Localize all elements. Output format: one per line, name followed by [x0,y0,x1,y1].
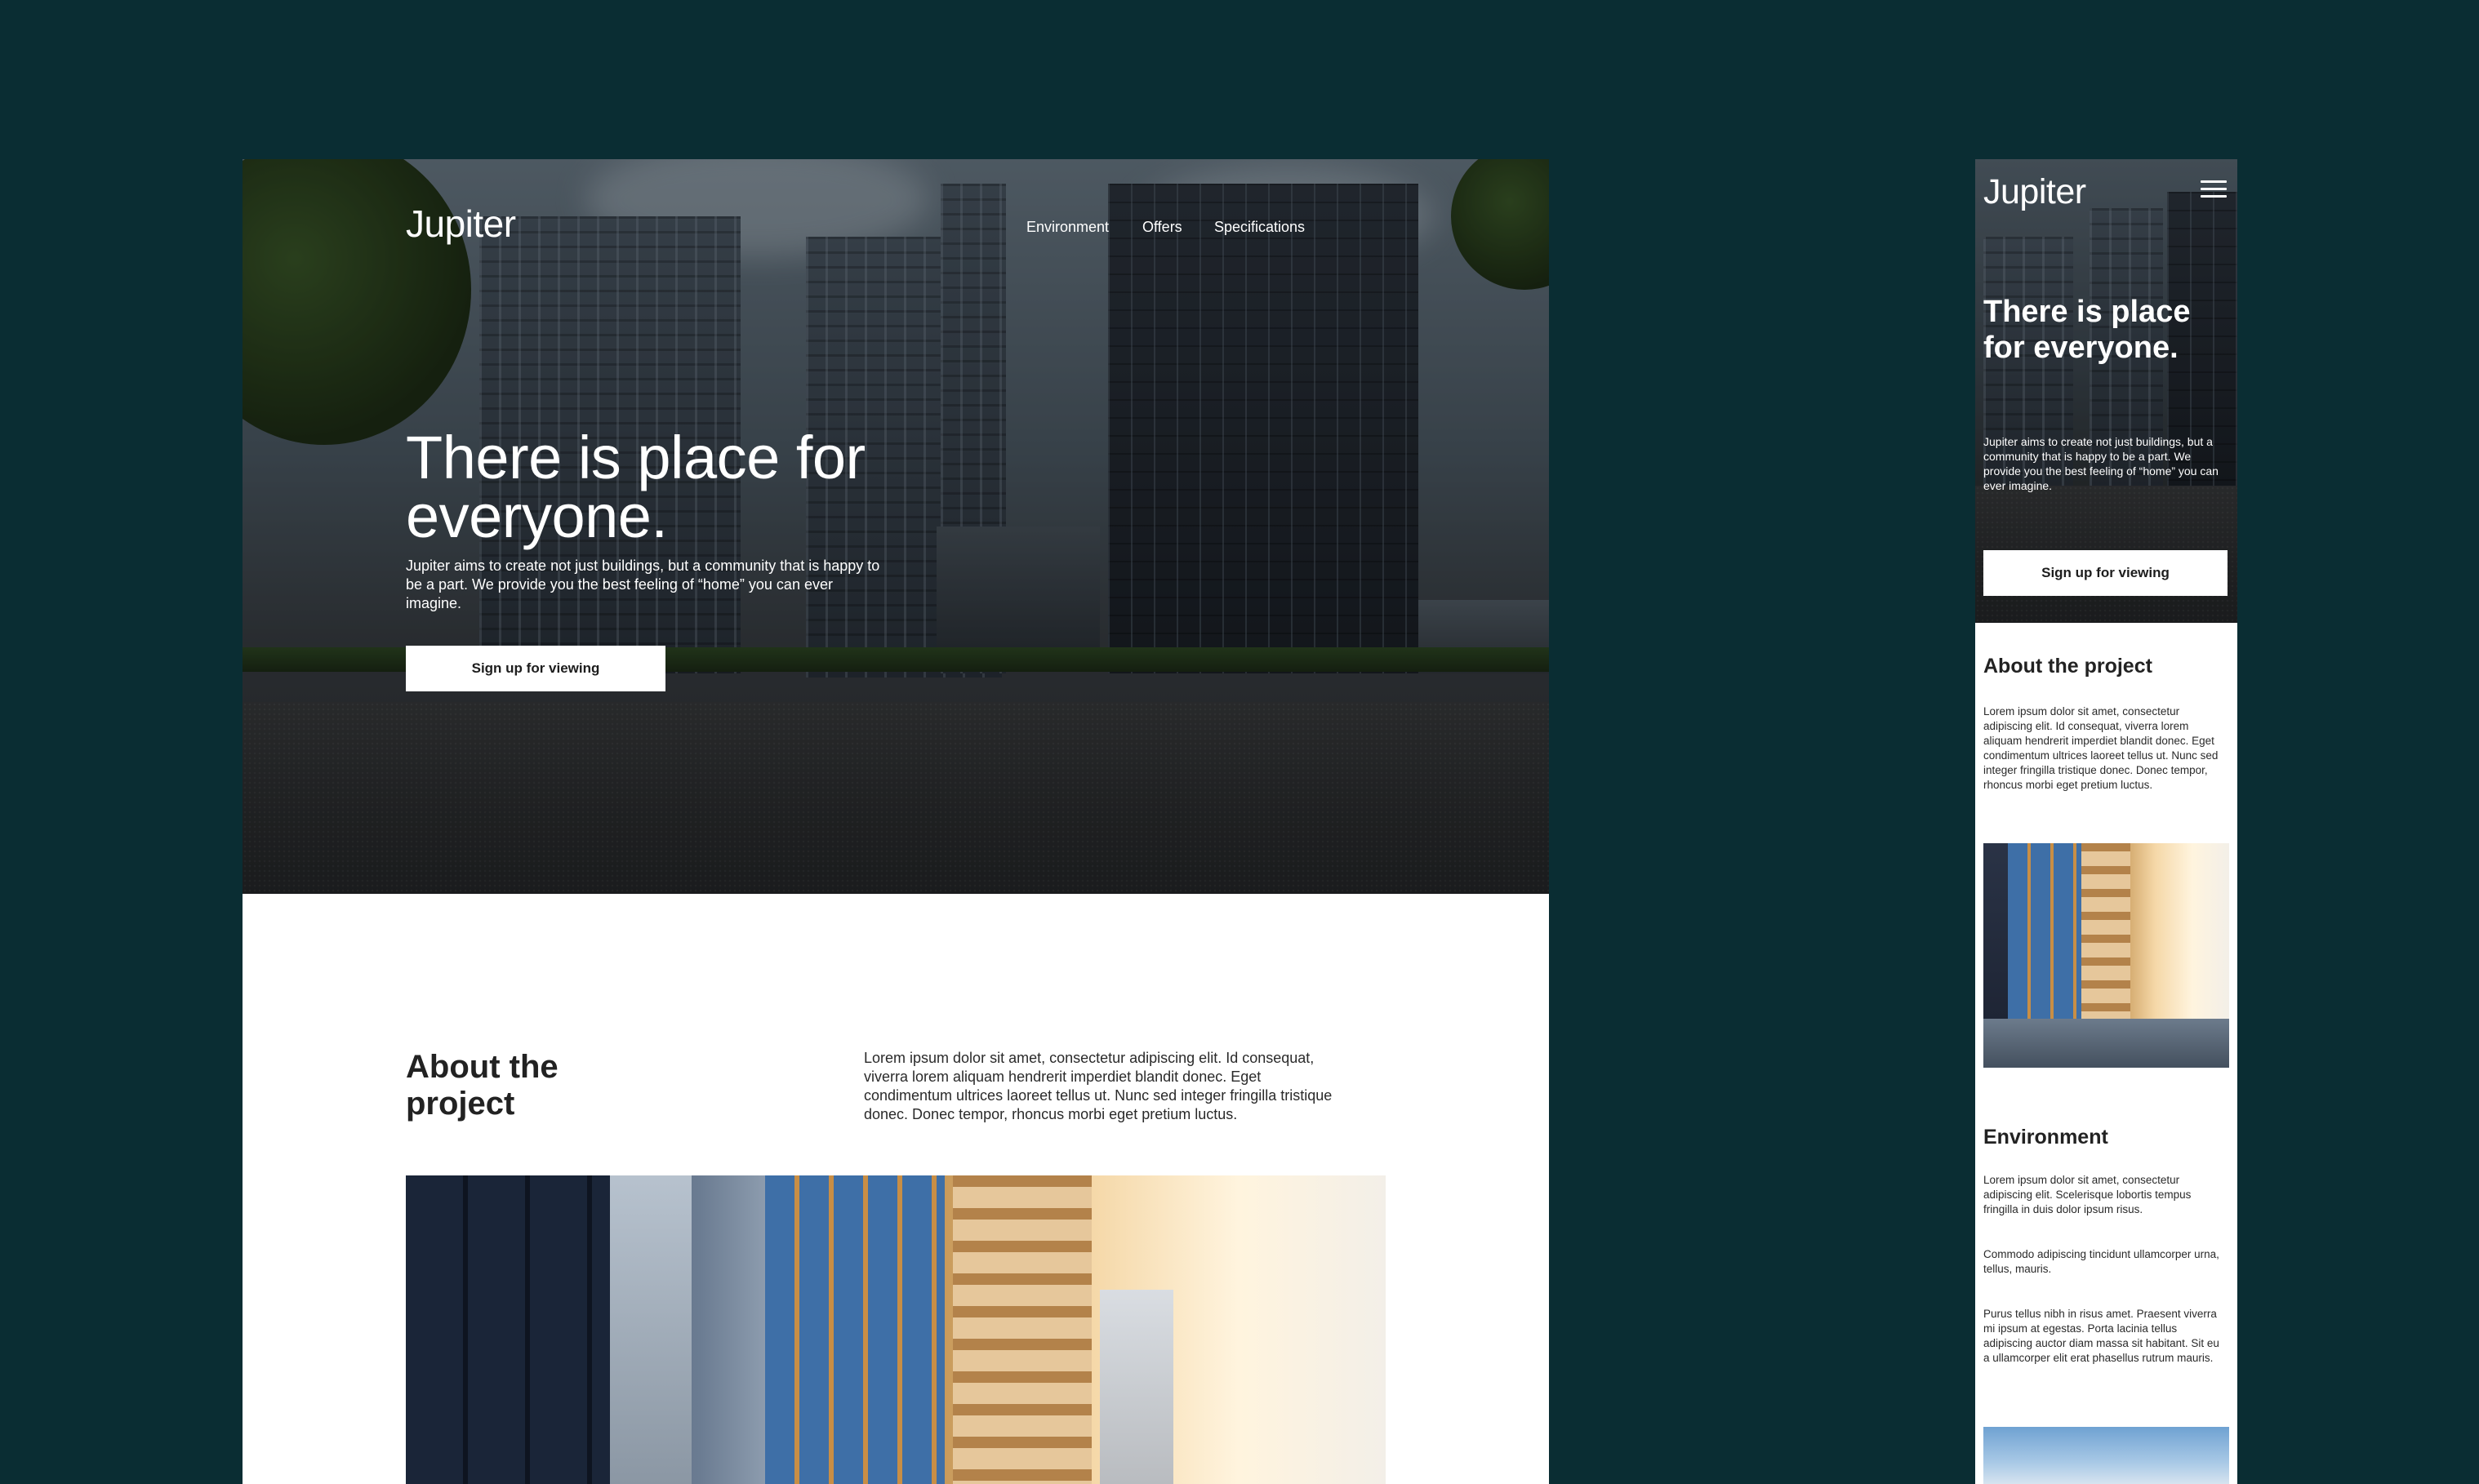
desktop-frame: Jupiter Environment Offers Specification… [243,159,1549,1484]
mobile-project-photo [1983,843,2229,1068]
mobile-frame: Jupiter There is place for everyone. Jup… [1975,159,2237,1484]
hero-section: Jupiter Environment Offers Specification… [243,159,1549,894]
mobile-environment-photo [1983,1427,2229,1484]
hero-description: Jupiter aims to create not just building… [406,558,880,611]
nav-link-specifications[interactable]: Specifications [1214,219,1305,236]
mobile-environment-text-3: Purus tellus nibh in risus amet. Praesen… [1983,1308,2219,1364]
about-text: Lorem ipsum dolor sit amet, consectetur … [864,1050,1333,1122]
mobile-logo[interactable]: Jupiter [1983,172,2086,212]
hamburger-menu-icon[interactable] [2201,180,2227,203]
mobile-hero-section: Jupiter There is place for everyone. Jup… [1975,159,2237,623]
mobile-environment-text-1: Lorem ipsum dolor sit amet, consectetur … [1983,1174,2192,1215]
nav-link-offers[interactable]: Offers [1142,219,1182,236]
mobile-environment-title: Environment [1983,1126,2108,1149]
about-title: About the project [406,1049,559,1122]
project-photo [406,1175,1386,1484]
mobile-about-text: Lorem ipsum dolor sit amet, consectetur … [1983,705,2219,791]
mobile-sign-up-button[interactable]: Sign up for viewing [1983,550,2228,596]
mobile-hero-description: Jupiter aims to create not just building… [1983,435,2219,492]
mobile-environment-text-2: Commodo adipiscing tincidunt ullamcorper… [1983,1248,2219,1275]
hero-title: There is place for everyone. [406,424,866,550]
mobile-about-title: About the project [1983,655,2152,678]
sign-up-button[interactable]: Sign up for viewing [406,646,665,691]
logo[interactable]: Jupiter [406,202,516,246]
nav-link-environment[interactable]: Environment [1026,219,1109,236]
mobile-hero-title: There is place for everyone. [1983,295,2191,365]
